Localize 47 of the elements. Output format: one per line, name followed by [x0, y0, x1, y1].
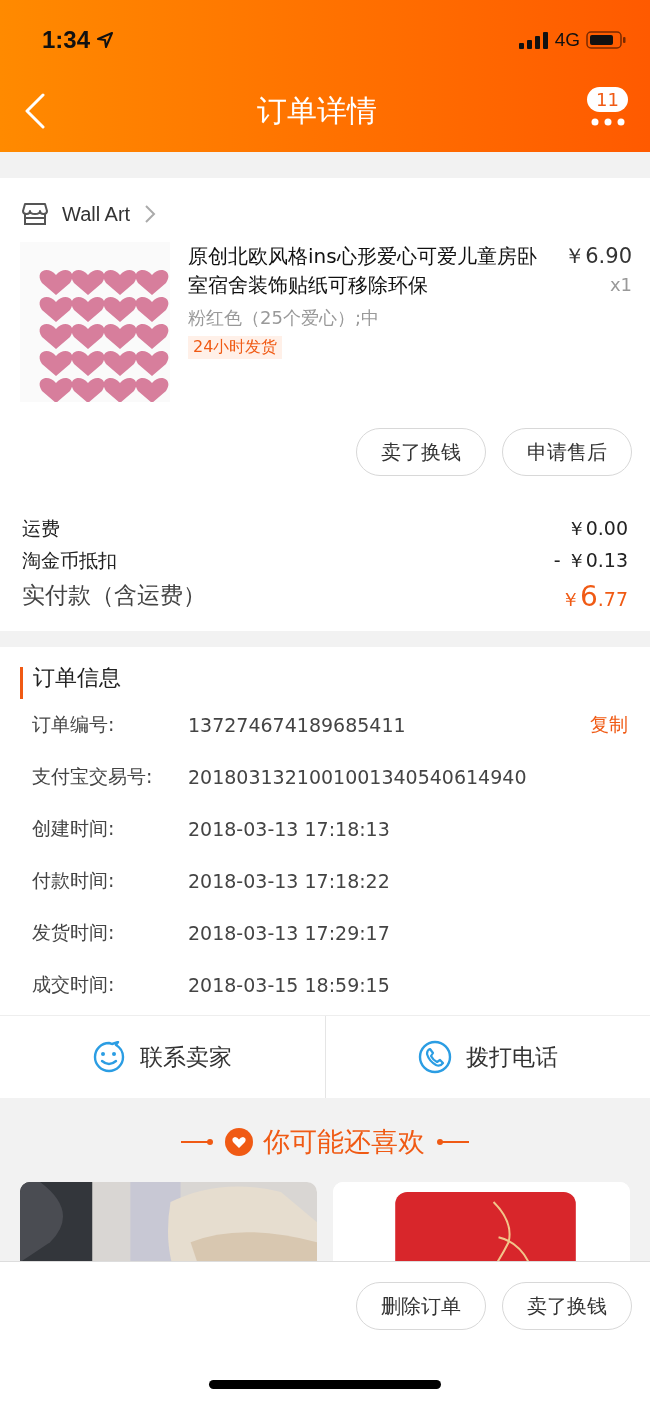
- info-value: 2018031321001001340540614940: [188, 766, 528, 788]
- contact-button[interactable]: 联系卖家: [0, 1016, 325, 1098]
- info-label: 付款时间:: [32, 868, 116, 893]
- contact-button[interactable]: 拨打电话: [324, 1016, 650, 1098]
- chevron-right-icon: [144, 204, 157, 224]
- info-value: 2018-03-15 18:59:15: [188, 974, 391, 996]
- signal-icon: [518, 31, 549, 49]
- product-price: ￥6.90: [564, 243, 632, 270]
- more-icon: [590, 117, 625, 126]
- dash-dot-icon: [435, 1138, 469, 1146]
- info-value: 2018-03-13 17:18:13: [188, 818, 391, 840]
- product-quantity: x1: [609, 274, 632, 295]
- fee-value: - ￥0.13: [553, 548, 628, 573]
- store-icon: [22, 202, 48, 226]
- total-amount: ￥6.77: [560, 580, 628, 613]
- action-button[interactable]: 卖了换钱: [356, 428, 486, 476]
- status-time: 1:34: [42, 26, 91, 54]
- notification-badge: 11: [587, 86, 628, 112]
- shipping-tag: 24小时发货: [188, 336, 283, 359]
- battery-icon: [586, 30, 626, 50]
- section-title: 订单信息: [20, 667, 630, 699]
- info-label: 成交时间:: [32, 972, 116, 997]
- fee-label: 淘金币抵扣: [22, 548, 117, 573]
- action-button[interactable]: 删除订单: [356, 1282, 486, 1330]
- product-title[interactable]: 原创北欧风格ins心形爱心可爱儿童房卧室宿舍装饰贴纸可移除环保: [188, 242, 547, 300]
- dash-dot-icon: [181, 1138, 215, 1146]
- product-variant: 粉红色（25个爱心）;中: [188, 306, 379, 330]
- smiley-chat-icon: [92, 1041, 127, 1073]
- location-arrow-icon: [96, 31, 115, 49]
- info-label: 订单编号:: [32, 712, 116, 737]
- info-label: 支付宝交易号:: [32, 764, 154, 789]
- phone-icon: [417, 1040, 452, 1074]
- fee-value: ￥0.00: [566, 516, 628, 541]
- info-label: 创建时间:: [32, 816, 116, 841]
- recommend-title: 你可能还喜欢: [263, 1125, 425, 1159]
- info-value: 2018-03-13 17:29:17: [188, 922, 391, 944]
- back-icon[interactable]: [24, 93, 46, 129]
- action-button[interactable]: 卖了换钱: [502, 1282, 632, 1330]
- page-title: 订单详情: [256, 91, 377, 130]
- total-label: 实付款（含运费）: [22, 581, 206, 610]
- action-button[interactable]: 申请售后: [502, 428, 632, 476]
- info-value: 137274674189685411: [188, 714, 407, 736]
- fee-label: 运费: [22, 516, 60, 541]
- info-value: 2018-03-13 17:18:22: [188, 870, 391, 892]
- info-label: 发货时间:: [32, 920, 116, 945]
- network-label: 4G: [554, 29, 580, 51]
- store-link[interactable]: Wall Art: [0, 178, 650, 236]
